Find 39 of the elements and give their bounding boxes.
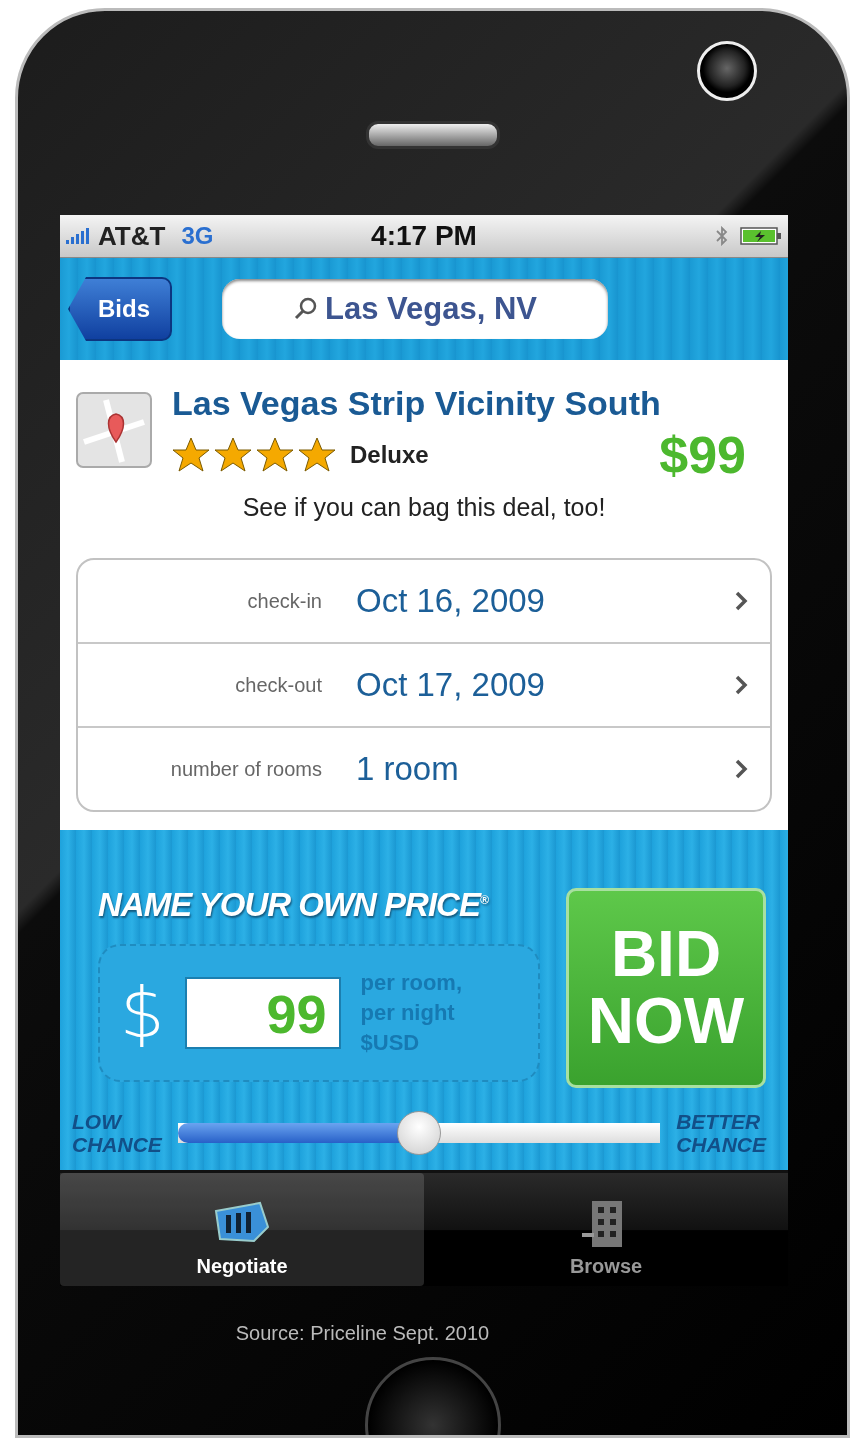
- detail-row[interactable]: check-out Oct 17, 2009: [78, 642, 770, 726]
- tagline-text: See if you can bag this deal, too!: [241, 493, 607, 522]
- status-time: 4:17 PM: [371, 220, 477, 252]
- battery-icon: [740, 227, 782, 245]
- signal-icon: [66, 228, 92, 244]
- detail-value: 1 room: [356, 750, 460, 788]
- source-caption: Source: Priceline Sept. 2010: [235, 1322, 490, 1346]
- star-icon: [298, 437, 336, 473]
- detail-value: Oct 16, 2009: [356, 582, 546, 620]
- star-icon: [214, 437, 252, 473]
- tab[interactable]: Negotiate: [60, 1173, 424, 1287]
- bid-title: NAME YOUR OWN PRICE$^{®}$: [98, 886, 490, 924]
- detail-row[interactable]: check-in Oct 16, 2009: [78, 560, 770, 642]
- chevron-icon: [734, 674, 748, 696]
- hotel-class: Deluxe: [350, 441, 429, 469]
- detail-value: Oct 17, 2009: [356, 666, 546, 704]
- detail-label: number of rooms: [169, 757, 322, 781]
- map-pin-icon: [76, 392, 152, 468]
- detail-label: check-in: [246, 589, 322, 613]
- hotel-name: Las Vegas Strip Vicinity South: [172, 384, 662, 423]
- star-icon: [256, 437, 294, 473]
- detail-label: check-out: [234, 673, 322, 697]
- camera-lens: [697, 41, 757, 101]
- low-chance-label: LOW CHANCE: [72, 1110, 162, 1157]
- carrier-name: AT&T: [98, 220, 166, 252]
- star-icon: [172, 437, 210, 473]
- bluetooth-icon: [716, 226, 728, 246]
- currency-sign: $: [120, 972, 165, 1054]
- better-chance-label: BETTER CHANCE: [676, 1110, 766, 1157]
- search-value: Las Vegas, NV: [325, 291, 537, 327]
- back-button[interactable]: Bids: [68, 277, 172, 341]
- detail-row[interactable]: number of rooms 1 room: [78, 726, 770, 810]
- chevron-icon: [734, 590, 748, 612]
- hotel-price: $99: [659, 425, 746, 485]
- chevron-icon: [734, 758, 748, 780]
- search-field[interactable]: Las Vegas, NV: [222, 279, 608, 339]
- slider-thumb[interactable]: [397, 1111, 441, 1156]
- network-type: 3G: [181, 222, 214, 250]
- tab[interactable]: Browse: [424, 1173, 788, 1287]
